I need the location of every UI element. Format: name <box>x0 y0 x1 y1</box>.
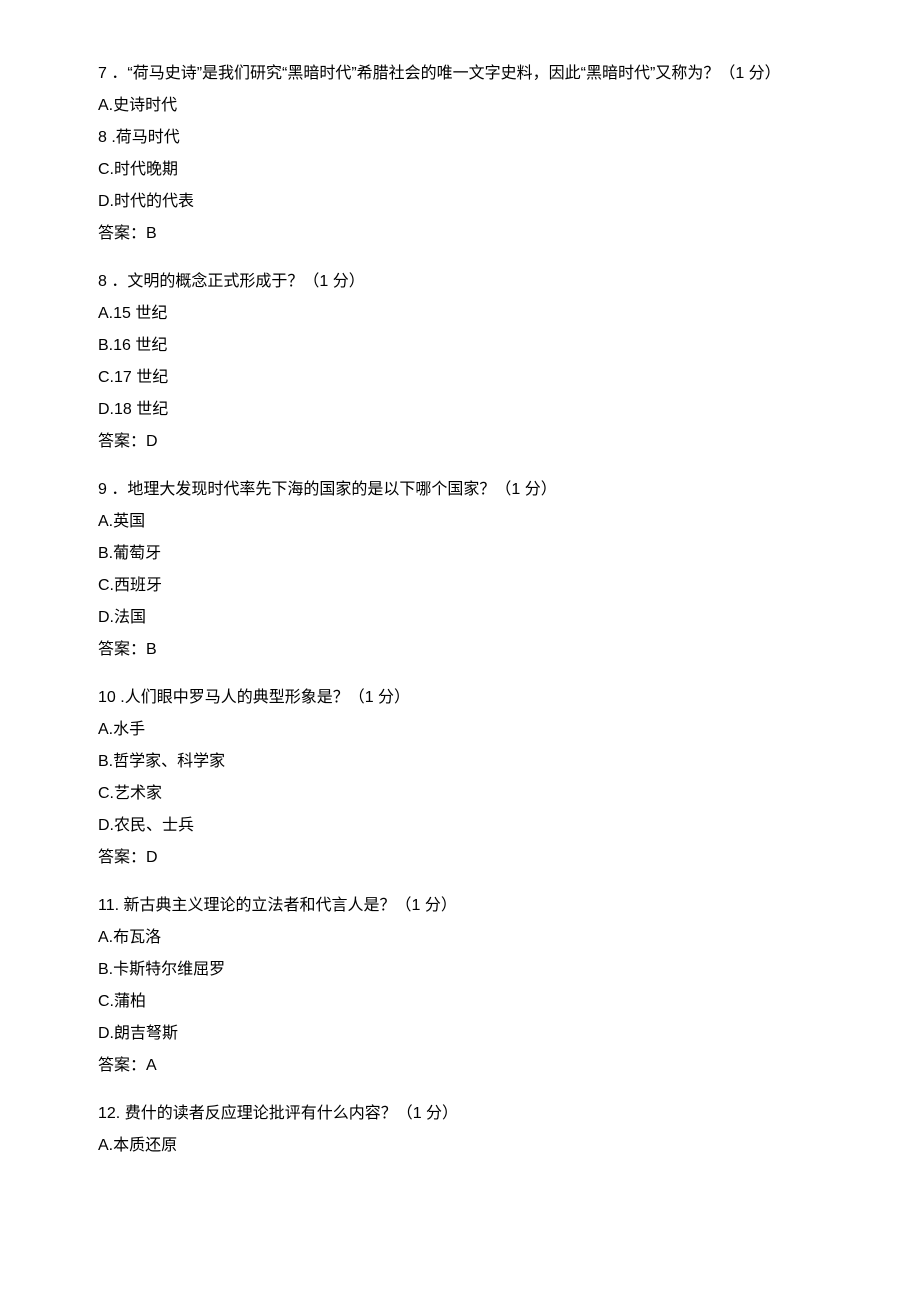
question-number: 8 <box>98 273 107 290</box>
question-text: .人们眼中罗马人的典型形象是？（1 分） <box>120 689 410 706</box>
question-stem: 7 ．“荷马史诗”是我们研究“黑暗时代”希腊社会的唯一文字史料，因此“黑暗时代”… <box>98 62 822 86</box>
question-text: 费什的读者反应理论批评有什么内容？（1 分） <box>125 1105 458 1122</box>
question-block: 10 .人们眼中罗马人的典型形象是？（1 分） A.水手 B.哲学家、科学家 C… <box>98 686 822 870</box>
option-a: A.水手 <box>98 718 822 742</box>
option-a: A.布瓦洛 <box>98 926 822 950</box>
option-d: D.法国 <box>98 606 822 630</box>
question-text: ．文明的概念正式形成于？（1 分） <box>111 273 364 290</box>
question-stem: 8 ．文明的概念正式形成于？（1 分） <box>98 270 822 294</box>
question-number: 12. <box>98 1105 120 1122</box>
question-text: 新古典主义理论的立法者和代言人是？（1 分） <box>124 897 457 914</box>
option-b: B.葡萄牙 <box>98 542 822 566</box>
option-a: A.本质还原 <box>98 1134 822 1158</box>
question-stem: 11. 新古典主义理论的立法者和代言人是？（1 分） <box>98 894 822 918</box>
question-text: ．地理大发现时代率先下海的国家的是以下哪个国家？（1 分） <box>111 481 556 498</box>
question-number: 9 <box>98 481 107 498</box>
answer-line: 答案：D <box>98 430 822 454</box>
option-b: B.哲学家、科学家 <box>98 750 822 774</box>
question-block: 12. 费什的读者反应理论批评有什么内容？（1 分） A.本质还原 <box>98 1102 822 1158</box>
option-d: D.18 世纪 <box>98 398 822 422</box>
question-text: ．“荷马史诗”是我们研究“黑暗时代”希腊社会的唯一文字史料，因此“黑暗时代”又称… <box>111 65 780 82</box>
question-block: 9 ．地理大发现时代率先下海的国家的是以下哪个国家？（1 分） A.英国 B.葡… <box>98 478 822 662</box>
question-number: 10 <box>98 689 116 706</box>
answer-line: 答案：D <box>98 846 822 870</box>
option-a: A.15 世纪 <box>98 302 822 326</box>
option-d: D.时代的代表 <box>98 190 822 214</box>
option-d: D.农民、士兵 <box>98 814 822 838</box>
answer-line: 答案：A <box>98 1054 822 1078</box>
option-a: A.史诗时代 <box>98 94 822 118</box>
option-c: C.蒲柏 <box>98 990 822 1014</box>
question-number: 7 <box>98 65 107 82</box>
question-stem: 12. 费什的读者反应理论批评有什么内容？（1 分） <box>98 1102 822 1126</box>
option-b: 8 .荷马时代 <box>98 126 822 150</box>
option-b: B.卡斯特尔维屈罗 <box>98 958 822 982</box>
option-c: C.时代晚期 <box>98 158 822 182</box>
option-d: D.朗吉弩斯 <box>98 1022 822 1046</box>
question-block: 8 ．文明的概念正式形成于？（1 分） A.15 世纪 B.16 世纪 C.17… <box>98 270 822 454</box>
answer-line: 答案：B <box>98 222 822 246</box>
question-block: 7 ．“荷马史诗”是我们研究“黑暗时代”希腊社会的唯一文字史料，因此“黑暗时代”… <box>98 62 822 246</box>
option-c: C.17 世纪 <box>98 366 822 390</box>
option-b: B.16 世纪 <box>98 334 822 358</box>
question-stem: 9 ．地理大发现时代率先下海的国家的是以下哪个国家？（1 分） <box>98 478 822 502</box>
option-c: C.西班牙 <box>98 574 822 598</box>
question-block: 11. 新古典主义理论的立法者和代言人是？（1 分） A.布瓦洛 B.卡斯特尔维… <box>98 894 822 1078</box>
option-a: A.英国 <box>98 510 822 534</box>
answer-line: 答案：B <box>98 638 822 662</box>
question-number: 11. <box>98 897 119 914</box>
document-page: 7 ．“荷马史诗”是我们研究“黑暗时代”希腊社会的唯一文字史料，因此“黑暗时代”… <box>0 0 920 1301</box>
question-stem: 10 .人们眼中罗马人的典型形象是？（1 分） <box>98 686 822 710</box>
option-c: C.艺术家 <box>98 782 822 806</box>
